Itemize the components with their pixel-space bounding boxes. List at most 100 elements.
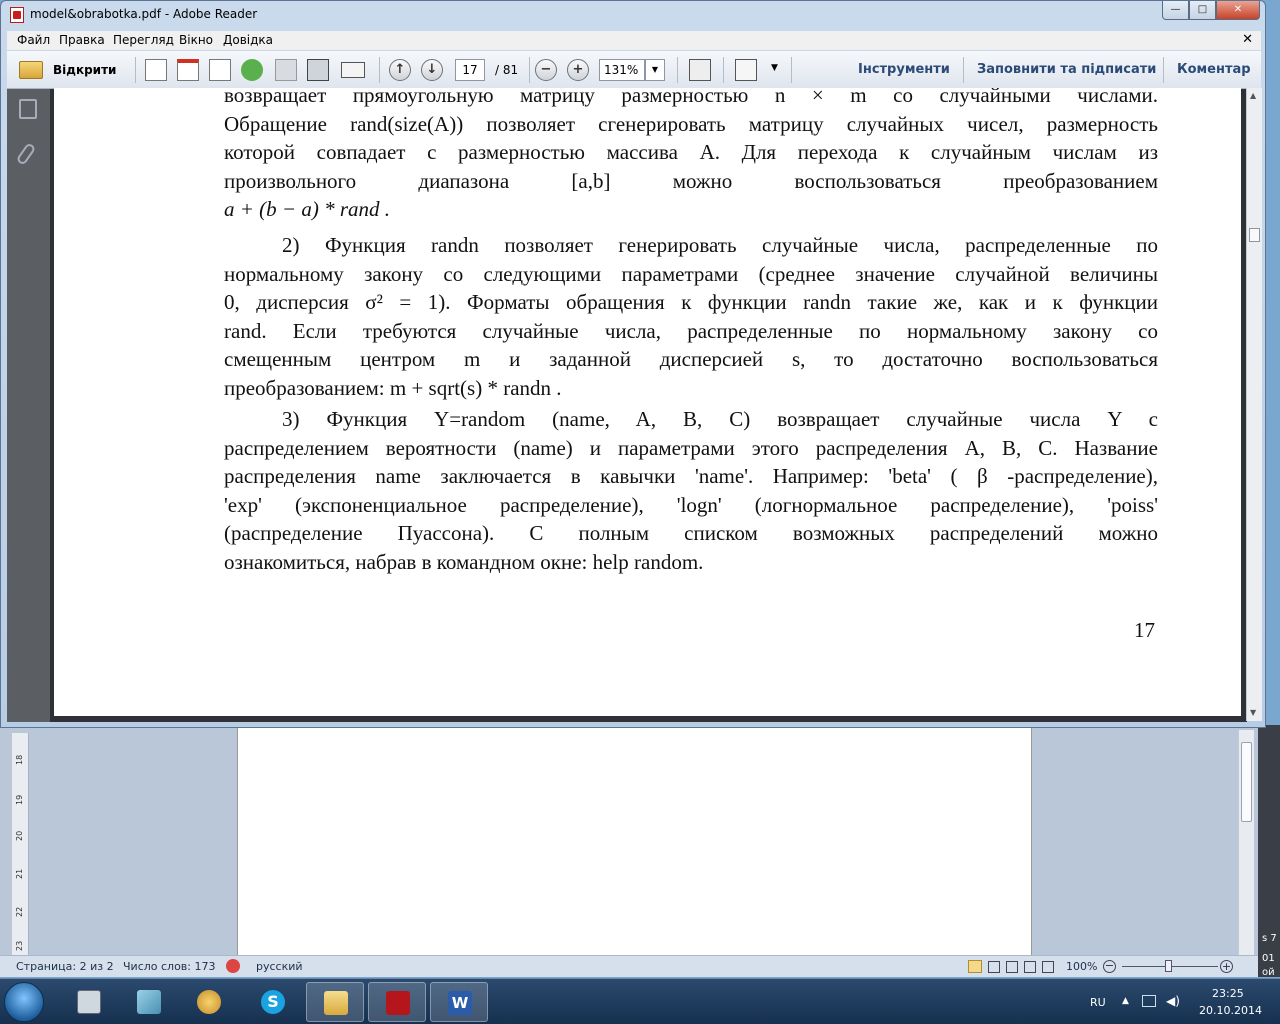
outline-icon[interactable] — [1024, 961, 1036, 973]
toolbar-options-icon[interactable]: ▼ — [771, 63, 778, 73]
word-vertical-scrollbar[interactable] — [1238, 730, 1254, 956]
toolbar-separator — [1163, 57, 1164, 83]
vertical-scrollbar[interactable]: ▲ ▼ — [1246, 88, 1262, 721]
clock-time[interactable]: 23:25 — [1212, 987, 1244, 1000]
zoom-in-icon[interactable]: + — [1220, 960, 1233, 973]
zoom-slider-handle[interactable] — [1165, 960, 1172, 972]
text-line: ознакомиться, набрав в командном окне: h… — [224, 549, 704, 574]
taskbar-explorer[interactable] — [306, 982, 364, 1022]
fill-sign-tab[interactable]: Заповнити та підписати — [977, 62, 1156, 77]
ruler-mark: 23 — [15, 940, 24, 951]
paragraph-1: возвращает прямоугольную матрицу размерн… — [224, 88, 1158, 224]
clock-date[interactable]: 20.10.2014 — [1199, 1004, 1262, 1017]
comment-tab[interactable]: Коментар — [1177, 62, 1251, 77]
word-scroll-thumb[interactable] — [1241, 742, 1252, 822]
page-number-input[interactable]: 17 — [455, 59, 485, 81]
email-icon[interactable] — [341, 62, 365, 78]
word-language[interactable]: русский — [256, 960, 303, 973]
tools-tab[interactable]: Інструменти — [858, 62, 950, 77]
close-button[interactable]: ✕ — [1216, 1, 1260, 20]
word-zoom-level[interactable]: 100% — [1066, 960, 1097, 973]
text-line: (распределение Пуассона). С полным списк… — [224, 521, 1158, 545]
zoom-in-button[interactable]: + — [567, 59, 589, 81]
adobe-reader-icon — [386, 991, 410, 1015]
zoom-out-button[interactable]: − — [535, 59, 557, 81]
text-line: распределения name заключается в кавычки… — [224, 464, 1158, 488]
background-window-edge: s 7 01 ой — [1258, 725, 1280, 978]
vertical-ruler: 18 19 20 21 22 23 — [12, 733, 29, 955]
fit-page-icon[interactable] — [689, 59, 711, 81]
toolbar-separator — [379, 57, 380, 83]
edit-pdf-icon[interactable] — [209, 59, 231, 81]
scroll-thumb[interactable] — [1249, 228, 1260, 242]
start-button[interactable] — [4, 982, 44, 1022]
volume-icon[interactable]: ◀) — [1166, 994, 1180, 1008]
scroll-down-arrow[interactable]: ▼ — [1250, 708, 1256, 717]
print-icon[interactable] — [307, 59, 329, 81]
web-layout-icon[interactable] — [1006, 961, 1018, 973]
pdf-app-icon[interactable] — [10, 7, 24, 23]
show-hidden-icons[interactable]: ▲ — [1122, 996, 1129, 1006]
menu-file[interactable]: Файл — [17, 33, 50, 47]
menu-bar: Файл Правка Перегляд Вікно Довідка ✕ — [7, 31, 1261, 50]
taskbar-word[interactable]: W — [430, 982, 488, 1022]
text-line: которой совпадает с размерностью массива… — [224, 140, 1158, 164]
text-line: rand. Если требуются случайные числа, ра… — [224, 318, 1158, 343]
word-icon: W — [448, 991, 472, 1015]
edge-text: 01 — [1262, 953, 1275, 964]
menu-view[interactable]: Перегляд — [113, 33, 174, 47]
text-line: 0, дисперсия σ² = 1). Форматы обращения … — [224, 290, 1158, 314]
attachments-icon[interactable] — [15, 142, 37, 166]
zoom-out-icon[interactable]: − — [1103, 960, 1116, 973]
word-page-count[interactable]: Страница: 2 из 2 — [16, 960, 114, 973]
taskbar-adobe-reader[interactable] — [368, 982, 426, 1022]
text-line: 3) Функция Y=random (name, A, B, C) возв… — [282, 407, 1158, 431]
menu-help[interactable]: Довідка — [223, 33, 273, 47]
save-icon[interactable] — [275, 59, 297, 81]
text-line: возвращает прямоугольную матрицу размерн… — [224, 88, 1158, 107]
language-indicator[interactable]: RU — [1090, 996, 1106, 1009]
export-pdf-icon[interactable] — [177, 59, 199, 81]
close-document-icon[interactable]: ✕ — [1242, 32, 1253, 47]
pdf-page: возвращает прямоугольную матрицу размерн… — [54, 88, 1241, 716]
title-bar[interactable]: model&obrabotka.pdf - Adobe Reader — □ ✕ — [1, 1, 1265, 31]
previous-page-icon[interactable]: ↑ — [389, 59, 411, 81]
folder-icon — [324, 991, 348, 1015]
text-line: нормальному закону со следующими парамет… — [224, 261, 1158, 286]
word-status-bar: Страница: 2 из 2 Число слов: 173 русский… — [0, 955, 1258, 977]
maximize-button[interactable]: □ — [1189, 1, 1216, 20]
network-icon[interactable] — [1142, 995, 1156, 1007]
scroll-up-arrow[interactable]: ▲ — [1250, 91, 1256, 100]
text-line: произвольного диапазона [a,b] можно восп… — [224, 168, 1158, 193]
taskbar-skype[interactable]: S — [244, 982, 302, 1022]
taskbar-paint[interactable] — [180, 982, 238, 1022]
upload-icon[interactable] — [241, 59, 263, 81]
taskbar-app[interactable] — [120, 982, 178, 1022]
toolbar-separator — [677, 57, 678, 83]
menu-window[interactable]: Вікно — [179, 33, 213, 47]
edge-text: ой — [1262, 967, 1275, 978]
ruler-mark: 22 — [15, 906, 24, 917]
fullscreen-icon[interactable] — [735, 59, 757, 81]
open-button-label[interactable]: Відкрити — [53, 63, 116, 77]
page-thumbnails-icon[interactable] — [19, 99, 37, 119]
next-page-icon[interactable]: ↓ — [421, 59, 443, 81]
spellcheck-icon[interactable] — [226, 959, 240, 973]
zoom-input[interactable]: 131% — [599, 59, 645, 81]
menu-edit[interactable]: Правка — [59, 33, 105, 47]
calculator-icon — [77, 990, 101, 1014]
create-pdf-icon[interactable] — [145, 59, 167, 81]
zoom-dropdown-icon[interactable]: ▼ — [645, 59, 665, 81]
app-icon — [137, 990, 161, 1014]
navigation-panel — [7, 89, 50, 722]
print-layout-icon[interactable] — [968, 960, 982, 973]
ruler-mark: 18 — [15, 754, 24, 765]
word-document-page[interactable] — [237, 728, 1032, 956]
word-word-count[interactable]: Число слов: 173 — [123, 960, 216, 973]
draft-icon[interactable] — [1042, 961, 1054, 973]
open-folder-icon[interactable] — [19, 61, 43, 79]
system-tray: RU ▲ ◀) 23:25 20.10.2014 — [1080, 979, 1280, 1024]
taskbar-calculator[interactable] — [60, 982, 118, 1022]
minimize-button[interactable]: — — [1162, 1, 1189, 20]
reading-layout-icon[interactable] — [988, 961, 1000, 973]
